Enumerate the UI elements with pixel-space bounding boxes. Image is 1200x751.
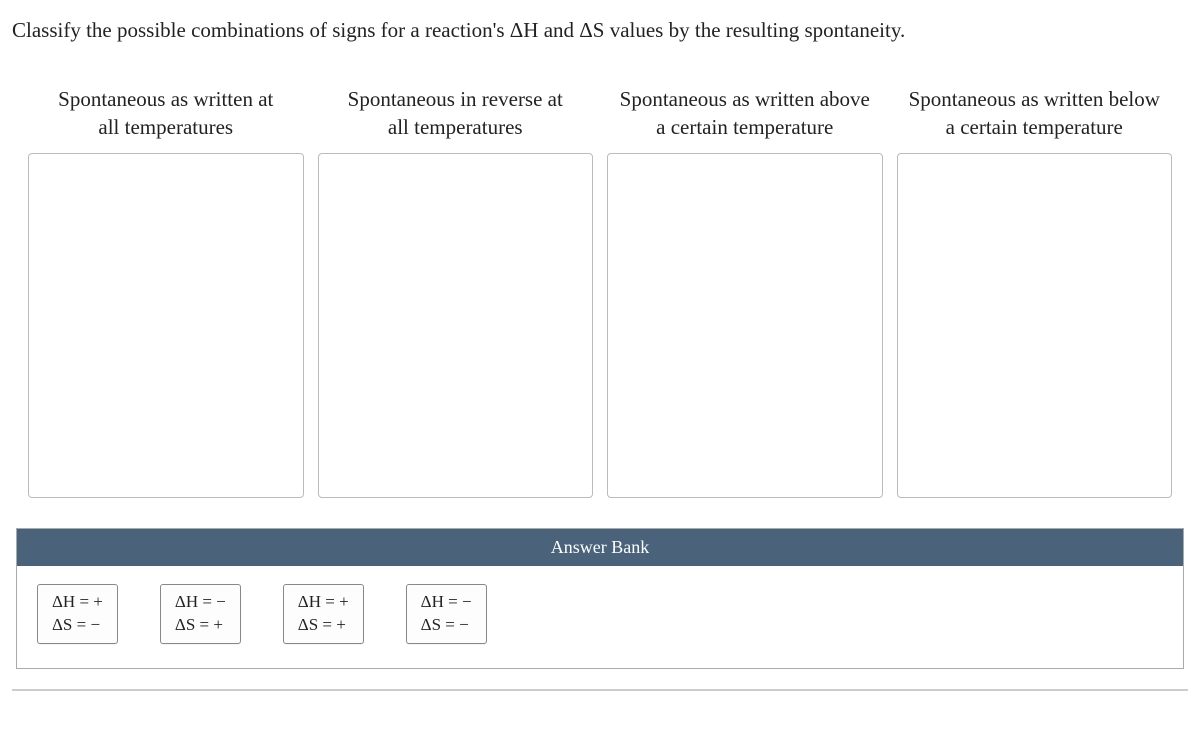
category-header-3: Spontaneous as written below a certain t… xyxy=(909,85,1160,147)
answer-bank-body: ΔH = + ΔS = − ΔH = − ΔS = + ΔH = + ΔS = … xyxy=(17,566,1183,668)
category-header-2-line1: Spontaneous as written above xyxy=(620,85,870,113)
tile-2-dh: ΔH = + xyxy=(298,591,349,614)
category-0: Spontaneous as written at all temperatur… xyxy=(28,85,304,498)
tile-0-dh: ΔH = + xyxy=(52,591,103,614)
tile-3-dh: ΔH = − xyxy=(421,591,472,614)
category-header-0-line2: all temperatures xyxy=(58,113,273,141)
category-header-0: Spontaneous as written at all temperatur… xyxy=(58,85,273,147)
tile-2-ds: ΔS = + xyxy=(298,614,349,637)
tile-0[interactable]: ΔH = + ΔS = − xyxy=(37,584,118,644)
dropzone-1[interactable] xyxy=(318,153,594,498)
dropzone-3[interactable] xyxy=(897,153,1173,498)
tile-2[interactable]: ΔH = + ΔS = + xyxy=(283,584,364,644)
tile-1-dh: ΔH = − xyxy=(175,591,226,614)
category-header-2: Spontaneous as written above a certain t… xyxy=(620,85,870,147)
tile-3-ds: ΔS = − xyxy=(421,614,472,637)
dropzone-0[interactable] xyxy=(28,153,304,498)
dropzone-2[interactable] xyxy=(607,153,883,498)
bottom-rule xyxy=(12,689,1188,691)
category-header-1-line2: all temperatures xyxy=(348,113,563,141)
answer-bank-header: Answer Bank xyxy=(17,529,1183,566)
category-header-2-line2: a certain temperature xyxy=(620,113,870,141)
categories-row: Spontaneous as written at all temperatur… xyxy=(12,85,1188,498)
category-header-3-line1: Spontaneous as written below xyxy=(909,85,1160,113)
category-header-0-line1: Spontaneous as written at xyxy=(58,85,273,113)
tile-3[interactable]: ΔH = − ΔS = − xyxy=(406,584,487,644)
category-2: Spontaneous as written above a certain t… xyxy=(607,85,883,498)
category-header-3-line2: a certain temperature xyxy=(909,113,1160,141)
category-1: Spontaneous in reverse at all temperatur… xyxy=(318,85,594,498)
category-3: Spontaneous as written below a certain t… xyxy=(897,85,1173,498)
answer-bank: Answer Bank ΔH = + ΔS = − ΔH = − ΔS = + … xyxy=(16,528,1184,669)
tile-1[interactable]: ΔH = − ΔS = + xyxy=(160,584,241,644)
question-text: Classify the possible combinations of si… xyxy=(12,18,1188,43)
tile-0-ds: ΔS = − xyxy=(52,614,103,637)
category-header-1: Spontaneous in reverse at all temperatur… xyxy=(348,85,563,147)
tile-1-ds: ΔS = + xyxy=(175,614,226,637)
category-header-1-line1: Spontaneous in reverse at xyxy=(348,85,563,113)
